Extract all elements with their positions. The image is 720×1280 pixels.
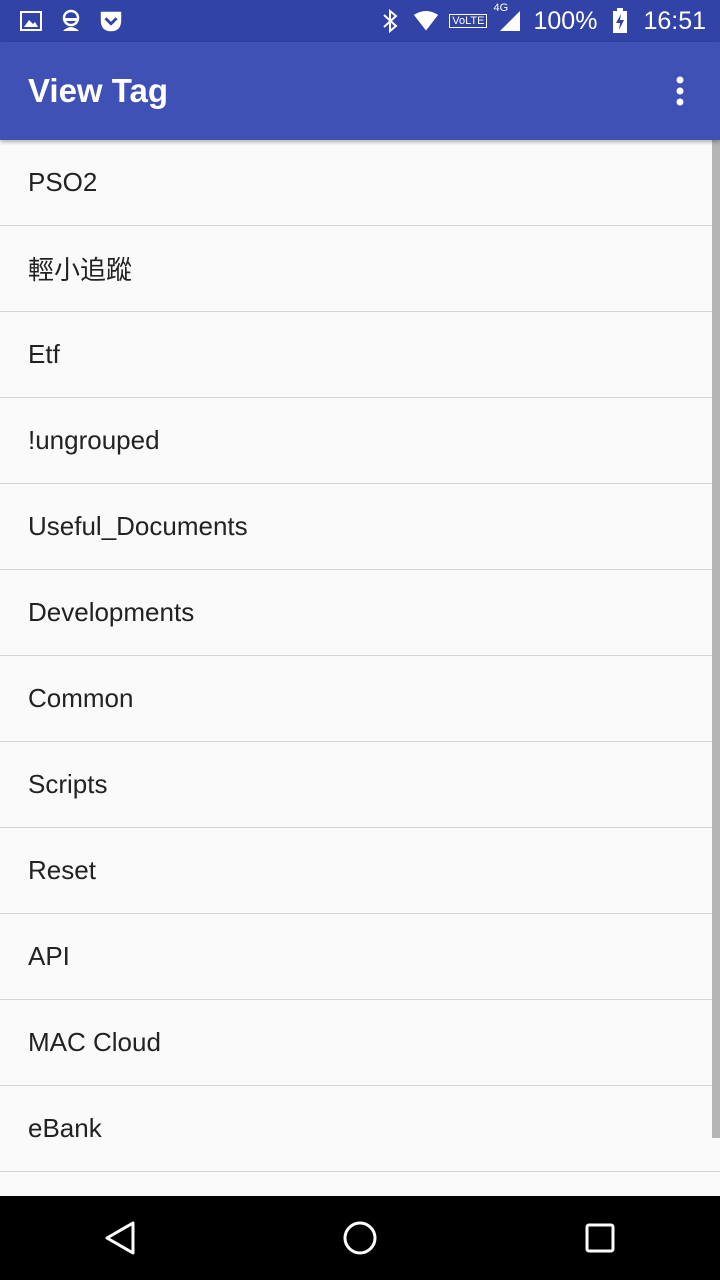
- tag-label: MAC Cloud: [28, 1027, 161, 1057]
- wifi-icon: [413, 8, 439, 34]
- back-icon[interactable]: [85, 1203, 155, 1273]
- list-item[interactable]: Useful_Documents: [0, 484, 720, 570]
- tag-label: eBank: [28, 1113, 102, 1143]
- tag-label: Reset: [28, 855, 96, 885]
- battery-charging-icon: [607, 8, 633, 34]
- list-item[interactable]: API: [0, 914, 720, 1000]
- tag-label: Developments: [28, 597, 195, 627]
- tag-label: Common: [28, 683, 134, 713]
- list-item[interactable]: 輕小追蹤: [0, 226, 720, 312]
- list-item[interactable]: Scripts: [0, 742, 720, 828]
- pocket-icon: [98, 8, 124, 34]
- network-type-label: 4G: [493, 2, 509, 14]
- list-item[interactable]: Developments: [0, 570, 720, 656]
- scrollbar[interactable]: [712, 140, 720, 1138]
- list-item[interactable]: Reset: [0, 828, 720, 914]
- list-item[interactable]: eBank: [0, 1086, 720, 1172]
- gallery-icon: [18, 8, 44, 34]
- tag-list: PSO2 輕小追蹤 Etf !ungrouped Useful_Document…: [0, 140, 720, 1196]
- tag-label: API: [28, 941, 70, 971]
- status-bar: VoLTE 4G 100% 16:51: [0, 0, 720, 42]
- list-item[interactable]: [0, 1172, 720, 1196]
- signal-icon: 4G: [493, 2, 523, 34]
- list-item[interactable]: !ungrouped: [0, 398, 720, 484]
- account-icon: [58, 8, 84, 34]
- clock: 16:51: [643, 6, 706, 35]
- navigation-bar: [0, 1196, 720, 1280]
- tag-label: Useful_Documents: [28, 511, 248, 541]
- home-icon[interactable]: [325, 1203, 395, 1273]
- list-item[interactable]: MAC Cloud: [0, 1000, 720, 1086]
- tag-label: Etf: [28, 339, 60, 369]
- volte-label: VoLTE: [449, 14, 488, 28]
- recents-icon[interactable]: [565, 1203, 635, 1273]
- list-item[interactable]: Common: [0, 656, 720, 742]
- more-vert-icon[interactable]: [650, 61, 710, 121]
- bluetooth-icon: [377, 8, 403, 34]
- system-status: VoLTE 4G 100% 16:51: [377, 2, 720, 36]
- list-item[interactable]: Etf: [0, 312, 720, 398]
- battery-percent: 100%: [533, 6, 598, 35]
- tag-label: 輕小追蹤: [28, 255, 133, 285]
- tag-label: !ungrouped: [28, 425, 160, 455]
- page-title: View Tag: [28, 72, 168, 109]
- tag-label: Scripts: [28, 769, 108, 799]
- tag-label: PSO2: [28, 167, 98, 197]
- list-item[interactable]: PSO2: [0, 140, 720, 226]
- app-bar: View Tag: [0, 42, 720, 140]
- notification-icons: [0, 8, 124, 34]
